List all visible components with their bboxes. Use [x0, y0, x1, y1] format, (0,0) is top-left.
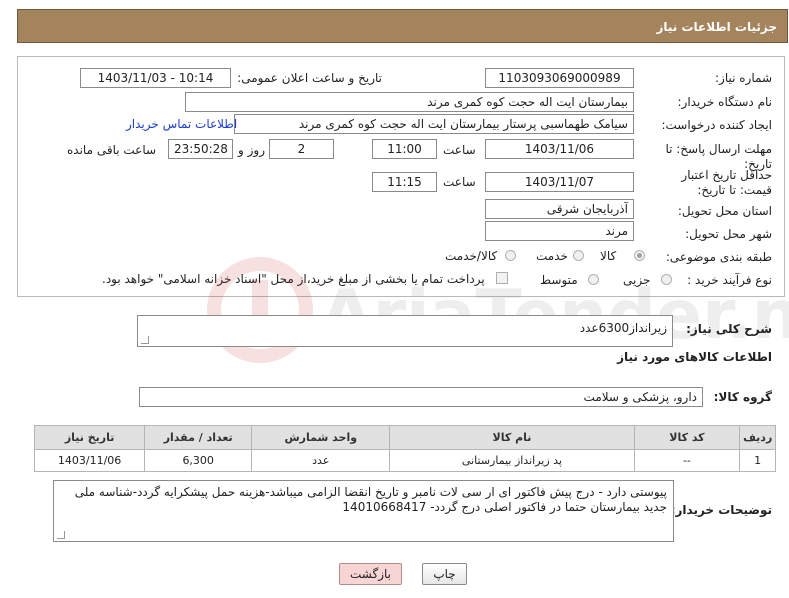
- col-header-unit: واحد شمارش: [251, 425, 391, 450]
- validity-time-label: ساعت: [443, 175, 476, 189]
- goods-info-heading: اطلاعات کالاهای مورد نیاز: [617, 350, 772, 364]
- category-radio-service[interactable]: [573, 250, 584, 261]
- buyer-notes-label: توضیحات خریدار:: [670, 503, 772, 517]
- announce-datetime-label: تاریخ و ساعت اعلان عمومی:: [237, 71, 382, 85]
- reply-days-field: 2: [269, 139, 334, 159]
- announce-datetime-field: 1403/11/03 - 10:14: [80, 68, 231, 88]
- cell-item-name: پد زیرانداز بیمارستانی: [389, 449, 635, 472]
- buyer-notes-field: پیوستی دارد - درج پیش فاکتور ای ار سی لا…: [53, 480, 674, 542]
- remaining-label: ساعت باقی مانده: [67, 143, 157, 157]
- category-option-goods: کالا: [600, 249, 617, 263]
- table-header-row: ردیف کد کالا نام کالا واحد شمارش تعداد /…: [33, 425, 776, 450]
- goods-group-field: دارو، پزشکی و سلامت: [139, 387, 703, 407]
- city-label: شهر محل تحویل:: [685, 227, 772, 241]
- province-label: استان محل تحویل:: [677, 204, 772, 218]
- validity-time-field: 11:15: [372, 172, 437, 192]
- reply-time-label: ساعت: [443, 143, 476, 157]
- treasury-payment-note: پرداخت تمام یا بخشی از مبلغ خرید،از محل …: [102, 272, 485, 286]
- goods-group-label: گروه کالا:: [713, 390, 772, 404]
- cell-quantity: 6,300: [144, 449, 253, 472]
- reply-date-field: 1403/11/06: [485, 139, 634, 159]
- purchase-radio-medium[interactable]: [588, 274, 599, 285]
- page-header: جزئیات اطلاعات نیاز: [17, 9, 788, 43]
- cell-row-number: 1: [739, 449, 776, 472]
- requester-field: سیامک طهماسبی پرستار بیمارستان ایت اله ح…: [234, 114, 634, 134]
- resize-grip-icon[interactable]: [141, 336, 149, 344]
- col-header-row-number: ردیف: [739, 425, 776, 450]
- need-number-label: شماره نیاز:: [715, 71, 772, 85]
- treasury-payment-checkbox[interactable]: [496, 272, 508, 284]
- need-number-field: 1103093069000989: [485, 68, 634, 88]
- category-label: طبقه بندی موضوعی:: [665, 250, 772, 264]
- category-option-goods-service: کالا/خدمت: [445, 249, 498, 263]
- day-and-label: روز و: [238, 143, 265, 157]
- category-radio-goods[interactable]: [634, 250, 645, 261]
- buyer-contact-link[interactable]: اطلاعات تماس خریدار: [126, 117, 237, 131]
- back-button[interactable]: بازگشت: [339, 563, 402, 585]
- category-radio-goods-service[interactable]: [505, 250, 516, 261]
- purchase-option-minor: جزیی: [623, 273, 651, 287]
- buyer-notes-text: پیوستی دارد - درج پیش فاکتور ای ار سی لا…: [74, 485, 667, 514]
- col-header-quantity: تعداد / مقدار: [144, 425, 253, 450]
- cell-need-date: 1403/11/06: [33, 449, 146, 472]
- remaining-time-field: 23:50:28: [168, 139, 233, 159]
- summary-field: زیرانداز6300عدد: [137, 315, 673, 347]
- category-option-service: خدمت: [536, 249, 568, 263]
- table-row: 1 -- پد زیرانداز بیمارستانی عدد 6,300 14…: [33, 449, 776, 472]
- cell-item-code: --: [633, 449, 741, 472]
- province-field: آذربایجان شرقی: [485, 199, 634, 219]
- print-button[interactable]: چاپ: [422, 563, 467, 585]
- resize-grip-icon[interactable]: [57, 531, 65, 539]
- purchase-type-label: نوع فرآیند خرید :: [687, 273, 772, 287]
- purchase-option-medium: متوسط: [540, 273, 578, 287]
- summary-label: شرح کلی نیاز:: [686, 322, 772, 336]
- price-validity-label: حداقل تاریخ اعتبار قیمت: تا تاریخ:: [681, 168, 772, 197]
- summary-text: زیرانداز6300عدد: [579, 321, 667, 335]
- cell-unit: عدد: [251, 449, 391, 472]
- buyer-org-field: بیمارستان ایت اله حجت کوه کمری مرند: [185, 92, 634, 112]
- validity-date-field: 1403/11/07: [485, 172, 634, 192]
- goods-table: ردیف کد کالا نام کالا واحد شمارش تعداد /…: [33, 425, 776, 472]
- requester-label: ایجاد کننده درخواست:: [661, 118, 772, 132]
- purchase-radio-minor[interactable]: [661, 274, 672, 285]
- reply-time-field: 11:00: [372, 139, 437, 159]
- col-header-need-date: تاریخ نیاز: [33, 425, 146, 450]
- city-field: مرند: [485, 221, 634, 241]
- col-header-item-code: کد کالا: [633, 425, 741, 450]
- col-header-item-name: نام کالا: [389, 425, 635, 450]
- buyer-org-label: نام دستگاه خریدار:: [677, 95, 773, 109]
